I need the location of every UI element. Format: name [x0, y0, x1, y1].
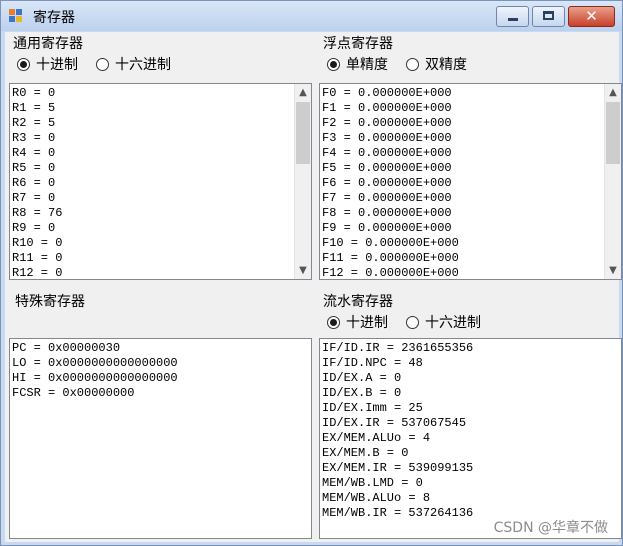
list-item[interactable]: F3 = 0.000000E+000: [322, 131, 459, 146]
radio-unchecked-icon: [406, 57, 419, 71]
list-item[interactable]: IF/ID.NPC = 48: [322, 356, 473, 371]
list-item[interactable]: F10 = 0.000000E+000: [322, 236, 459, 251]
list-item[interactable]: LO = 0x0000000000000000: [12, 356, 178, 371]
pipeline-hex-label: 十六进制: [425, 315, 481, 331]
list-item[interactable]: MEM/WB.ALUo = 8: [322, 491, 473, 506]
general-registers-list[interactable]: R0 = 0 R1 = 5 R2 = 5 R3 = 0 R4 = 0 R5 = 0 R6 =…: [9, 83, 312, 280]
general-hex-radio[interactable]: 十六进制: [96, 54, 171, 74]
pipeline-registers-items: IF/ID.IR = 2361655356 IF/ID.NPC = 48 ID/EX…: [322, 341, 473, 521]
list-item[interactable]: R4 = 0: [12, 146, 62, 161]
list-item[interactable]: R12 = 0: [12, 266, 62, 279]
maximize-button[interactable]: [532, 6, 565, 27]
list-item[interactable]: F12 = 0.000000E+000: [322, 266, 459, 279]
float-double-label: 双精度: [425, 57, 467, 73]
maximize-icon: [543, 11, 554, 20]
scroll-up-icon[interactable]: ▲: [605, 84, 621, 101]
client-area: 通用寄存器 十进制 十六进制 R0 = 0 R1 = 5 R2 = 5 R3 = 0R…: [5, 32, 622, 542]
pipeline-registers-label: 流水寄存器: [323, 294, 393, 310]
list-item[interactable]: PC = 0x00000030: [12, 341, 178, 356]
close-icon: ✕: [585, 7, 598, 25]
list-item[interactable]: EX/MEM.IR = 539099135: [322, 461, 473, 476]
pipeline-hex-radio[interactable]: 十六进制: [406, 312, 481, 332]
list-item[interactable]: F4 = 0.000000E+000: [322, 146, 459, 161]
list-item[interactable]: MEM/WB.LMD = 0: [322, 476, 473, 491]
list-item[interactable]: R10 = 0: [12, 236, 62, 251]
general-hex-label: 十六进制: [115, 57, 171, 73]
list-item[interactable]: F11 = 0.000000E+000: [322, 251, 459, 266]
minimize-button[interactable]: [496, 6, 529, 27]
scroll-down-icon[interactable]: ▼: [295, 262, 311, 279]
list-item[interactable]: R0 = 0: [12, 86, 62, 101]
list-item[interactable]: R3 = 0: [12, 131, 62, 146]
scroll-up-icon[interactable]: ▲: [295, 84, 311, 101]
window-title: 寄存器: [33, 10, 75, 26]
watermark: CSDN @华章不做: [493, 520, 608, 536]
radio-checked-icon: [17, 57, 30, 71]
general-registers-label: 通用寄存器: [13, 36, 83, 52]
list-item[interactable]: ID/EX.IR = 537067545: [322, 416, 473, 431]
special-registers-label: 特殊寄存器: [15, 294, 85, 310]
general-base-radios: 十进制 十六进制: [17, 54, 189, 74]
list-item[interactable]: R7 = 0: [12, 191, 62, 206]
float-single-radio[interactable]: 单精度: [327, 54, 388, 74]
list-item[interactable]: R8 = 76: [12, 206, 62, 221]
registers-window: 寄存器 ✕ 通用寄存器 十进制 十六进制 R0 = 0 R1 = 5 R2 = 5R…: [0, 0, 623, 546]
float-registers-list[interactable]: F0 = 0.000000E+000 F1 = 0.000000E+000 F2 =…: [319, 83, 622, 280]
scroll-thumb[interactable]: [606, 102, 620, 164]
float-precision-radios: 单精度 双精度: [327, 54, 485, 74]
list-item[interactable]: F8 = 0.000000E+000: [322, 206, 459, 221]
float-double-radio[interactable]: 双精度: [406, 54, 467, 74]
float-scrollbar[interactable]: ▲ ▼: [604, 84, 621, 279]
list-item[interactable]: ID/EX.B = 0: [322, 386, 473, 401]
list-item[interactable]: R6 = 0: [12, 176, 62, 191]
list-item[interactable]: IF/ID.IR = 2361655356: [322, 341, 473, 356]
pipeline-decimal-label: 十进制: [346, 315, 388, 331]
app-icon: [9, 9, 23, 23]
float-registers-label: 浮点寄存器: [323, 36, 393, 52]
scroll-down-icon[interactable]: ▼: [605, 262, 621, 279]
float-registers-items: F0 = 0.000000E+000 F1 = 0.000000E+000 F2 =…: [322, 86, 459, 279]
special-registers-list[interactable]: PC = 0x00000030 LO = 0x0000000000000000 HI…: [9, 338, 312, 539]
title-bar[interactable]: 寄存器 ✕: [1, 1, 622, 31]
special-registers-items: PC = 0x00000030 LO = 0x0000000000000000 HI…: [12, 341, 178, 401]
list-item[interactable]: ID/EX.Imm = 25: [322, 401, 473, 416]
close-button[interactable]: ✕: [568, 6, 615, 27]
float-single-label: 单精度: [346, 57, 388, 73]
scroll-thumb[interactable]: [296, 102, 310, 164]
list-item[interactable]: EX/MEM.B = 0: [322, 446, 473, 461]
list-item[interactable]: F2 = 0.000000E+000: [322, 116, 459, 131]
list-item[interactable]: FCSR = 0x00000000: [12, 386, 178, 401]
pipeline-decimal-radio[interactable]: 十进制: [327, 312, 388, 332]
minimize-icon: [508, 18, 518, 21]
pipeline-registers-list[interactable]: IF/ID.IR = 2361655356 IF/ID.NPC = 48 ID/EX…: [319, 338, 622, 539]
list-item[interactable]: ID/EX.A = 0: [322, 371, 473, 386]
general-decimal-radio[interactable]: 十进制: [17, 54, 78, 74]
list-item[interactable]: R1 = 5: [12, 101, 62, 116]
radio-checked-icon: [327, 57, 340, 71]
list-item[interactable]: F0 = 0.000000E+000: [322, 86, 459, 101]
radio-checked-icon: [327, 315, 340, 329]
radio-unchecked-icon: [96, 57, 109, 71]
general-registers-items: R0 = 0 R1 = 5 R2 = 5 R3 = 0 R4 = 0 R5 = 0 R6 =…: [12, 86, 62, 279]
list-item[interactable]: EX/MEM.ALUo = 4: [322, 431, 473, 446]
pipeline-base-radios: 十进制 十六进制: [327, 312, 499, 332]
list-item[interactable]: MEM/WB.IR = 537264136: [322, 506, 473, 521]
list-item[interactable]: R11 = 0: [12, 251, 62, 266]
radio-unchecked-icon: [406, 315, 419, 329]
list-item[interactable]: R5 = 0: [12, 161, 62, 176]
list-item[interactable]: F9 = 0.000000E+000: [322, 221, 459, 236]
list-item[interactable]: HI = 0x0000000000000000: [12, 371, 178, 386]
list-item[interactable]: F1 = 0.000000E+000: [322, 101, 459, 116]
list-item[interactable]: F6 = 0.000000E+000: [322, 176, 459, 191]
general-scrollbar[interactable]: ▲ ▼: [294, 84, 311, 279]
list-item[interactable]: R2 = 5: [12, 116, 62, 131]
list-item[interactable]: F5 = 0.000000E+000: [322, 161, 459, 176]
list-item[interactable]: R9 = 0: [12, 221, 62, 236]
general-decimal-label: 十进制: [36, 57, 78, 73]
list-item[interactable]: F7 = 0.000000E+000: [322, 191, 459, 206]
